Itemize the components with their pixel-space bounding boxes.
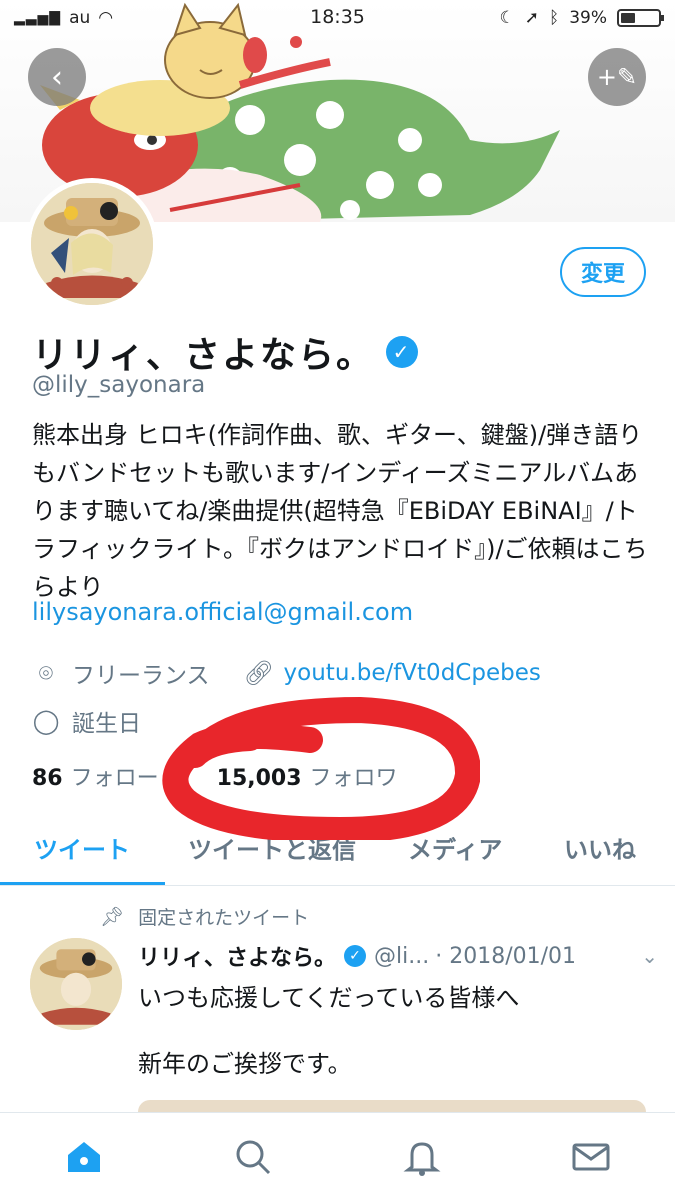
profile-meta-birthday: ◯ 誕生日 (32, 704, 141, 738)
tweet-date: · 2018/01/01 (435, 943, 577, 969)
profile-tabs: ツイート ツイートと返信 メディア いいね (0, 820, 675, 886)
profile-avatar[interactable] (26, 178, 158, 310)
envelope-icon (572, 1143, 610, 1170)
compose-tweet-button[interactable]: +✎ (588, 48, 646, 106)
profile-website-link[interactable]: youtu.be/fVt0dCpebes (284, 660, 541, 686)
bell-icon (403, 1141, 441, 1176)
back-button[interactable]: ‹ (28, 48, 86, 106)
profile-location: フリーランス (72, 663, 210, 689)
followers-count: 15,003 (216, 766, 302, 791)
chevron-down-icon[interactable]: ⌄ (641, 944, 658, 968)
location-arrow-icon: ➚ (524, 8, 539, 28)
bluetooth-icon: ᛒ (549, 8, 560, 28)
avatar-image (31, 183, 153, 305)
tweet-header: リリィ、さよなら。 ✓ @li... · 2018/01/01 ⌄ (138, 940, 658, 972)
moon-icon: ☾ (499, 8, 515, 28)
nav-messages[interactable] (506, 1113, 675, 1200)
following-label: フォロー (70, 766, 159, 791)
tweet-author-name[interactable]: リリィ、さよなら。 (138, 940, 336, 972)
link-icon: 🔗︎ (243, 659, 275, 687)
balloon-icon: ◯ (32, 707, 60, 735)
followers-label: フォロワ (309, 766, 398, 791)
nav-notifications[interactable] (338, 1113, 507, 1200)
tab-media[interactable]: メディア (408, 830, 502, 865)
chevron-left-icon: ‹ (51, 59, 63, 95)
pinned-label-row: 📌︎ 固定されたツイート (100, 903, 309, 930)
follow-stats: 86 フォロー 15,003 フォロワ (32, 760, 398, 792)
nav-home[interactable] (0, 1113, 169, 1200)
bio-email-link[interactable]: lilysayonara.official@gmail.com (32, 598, 413, 626)
profile-handle: @lily_sayonara (32, 372, 206, 398)
tab-likes[interactable]: いいね (564, 830, 636, 865)
verified-badge-icon: ✓ (344, 945, 367, 967)
tab-tweets[interactable]: ツイート (34, 830, 130, 865)
tweet-avatar[interactable] (30, 938, 122, 1030)
bottom-tab-bar (0, 1112, 675, 1200)
compose-tweet-icon: +✎ (596, 63, 638, 91)
edit-profile-button[interactable]: 変更 (560, 247, 646, 297)
profile-bio: 熊本出身 ヒロキ(作詞作曲、歌、ギター、鍵盤)/弾き語りもバンドセットも歌います… (32, 421, 648, 601)
status-bar: ▂▃▅▇ au ◠ 18:35 ☾ ➚ ᛒ 39% (0, 0, 675, 36)
following-count: 86 (32, 766, 63, 791)
tab-tweets-and-replies[interactable]: ツイートと返信 (188, 830, 356, 865)
battery-percent: 39% (569, 8, 607, 28)
home-icon (68, 1141, 101, 1172)
profile-name-row: リリィ、さよなら。 ✓ (32, 326, 419, 378)
location-pin-icon: ⌾ (38, 659, 54, 687)
battery-icon (617, 9, 664, 27)
birthday-label: 誕生日 (72, 711, 141, 737)
pinned-label: 固定されたツイート (138, 907, 310, 929)
tweet-text-line-1: いつも応援してくだっている皆様へ (138, 984, 520, 1012)
following-stat[interactable]: 86 フォロー (32, 760, 159, 792)
followers-stat[interactable]: 15,003 フォロワ (217, 760, 398, 792)
tweet-author-handle: @li... (374, 943, 430, 969)
verified-badge-icon: ✓ (386, 336, 419, 368)
active-tab-indicator (0, 882, 165, 885)
nav-search[interactable] (169, 1113, 338, 1200)
tweet-text-line-2: 新年のご挨拶です。 (138, 1050, 352, 1078)
profile-meta-location-website: ⌾ フリーランス 🔗︎ youtu.be/fVt0dCpebes (32, 656, 541, 690)
pin-icon: 📌︎ (100, 906, 125, 928)
profile-name: リリィ、さよなら。 (32, 335, 375, 376)
search-icon (236, 1140, 271, 1174)
